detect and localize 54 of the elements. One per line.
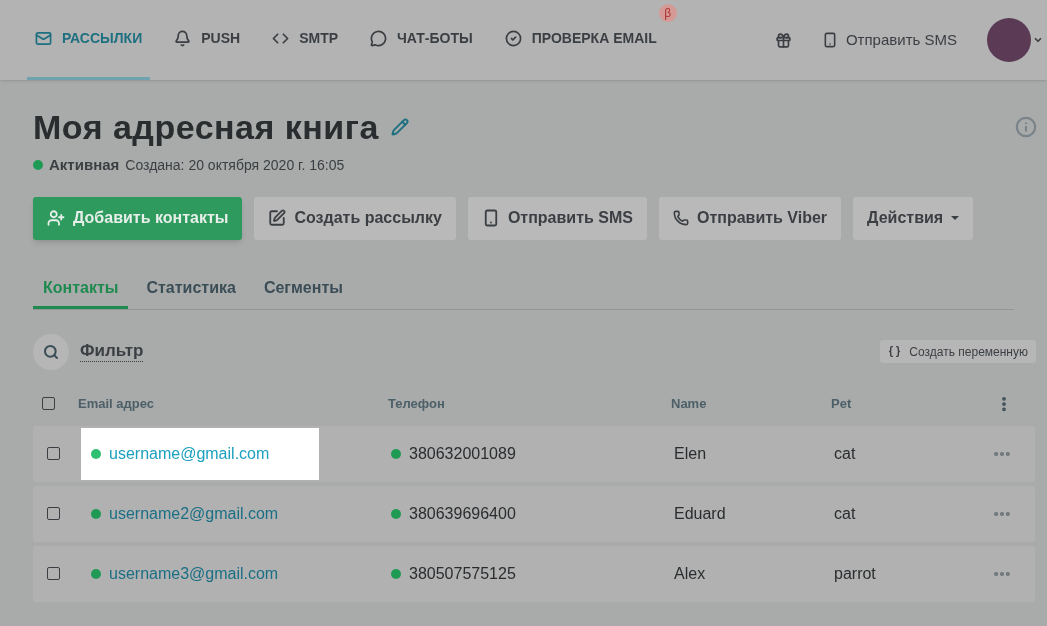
tab[interactable]: Сегменты: [253, 269, 353, 309]
filter-link[interactable]: Фильтр: [80, 341, 144, 362]
action-button[interactable]: Добавить контакты: [33, 196, 243, 240]
caret-icon[interactable]: [1033, 35, 1043, 45]
status-label: Активная: [49, 155, 120, 175]
phone-cell-text: 380639696400: [409, 503, 516, 524]
checkbox[interactable]: [47, 507, 60, 520]
column-header: Name: [671, 394, 708, 413]
gift-icon[interactable]: [774, 31, 792, 49]
email-link[interactable]: username3@gmail.com: [109, 561, 279, 586]
send-sms-link[interactable]: Отправить SMS: [821, 28, 957, 52]
mail-icon: [35, 30, 52, 47]
nav-tab[interactable]: РАССЫЛКИ: [27, 0, 151, 80]
pet-cell-text: cat: [834, 503, 857, 524]
column-header: Email адрес: [78, 394, 155, 413]
pet-cell-text: cat: [834, 443, 857, 464]
column-header: Pet: [831, 394, 853, 413]
checkbox[interactable]: [42, 397, 55, 410]
phone-icon: [672, 210, 689, 226]
checkbox[interactable]: [47, 567, 60, 580]
user-plus-icon: [47, 209, 65, 227]
beta-badge: β: [658, 4, 677, 22]
chat-icon: [370, 30, 388, 47]
checkbox[interactable]: [47, 447, 60, 460]
action-button[interactable]: Действия: [853, 196, 974, 240]
pencil-icon[interactable]: [390, 118, 409, 136]
caret-icon: [951, 216, 960, 220]
search-icon: [43, 343, 59, 360]
pet-cell-text: parrot: [834, 563, 877, 584]
name-cell-text: Alex: [674, 563, 707, 584]
nav-tab[interactable]: PUSH: [166, 0, 249, 80]
created-date: Создана: 20 октября 2020 г. 16:05: [125, 155, 345, 175]
action-button[interactable]: Создать рассылку: [254, 196, 456, 240]
code-icon: [272, 30, 290, 47]
email-link[interactable]: username2@gmail.com: [109, 501, 279, 526]
page-title: Моя адресная книга: [33, 106, 379, 148]
action-button[interactable]: Отправить Viber: [658, 196, 842, 240]
phone-cell-text: 380632001089: [409, 443, 516, 464]
search-button[interactable]: [33, 333, 69, 370]
action-button[interactable]: Отправить SMS: [467, 196, 647, 240]
braces-icon: [888, 345, 902, 358]
column-header: Телефон: [388, 394, 446, 413]
check-circle-icon: [504, 30, 522, 47]
tab[interactable]: Статистика: [136, 269, 246, 309]
email-link[interactable]: username@gmail.com: [109, 441, 270, 466]
phone-cell-text: 380507575125: [409, 563, 516, 584]
nav-tab[interactable]: ЧАТ-БОТЫ: [362, 0, 481, 80]
avatar[interactable]: [987, 18, 1031, 62]
bell-icon: [174, 30, 192, 47]
edit-icon: [268, 209, 287, 227]
name-cell-text: Eduard: [674, 503, 727, 524]
name-cell-text: Elen: [674, 443, 708, 464]
create-variable-button[interactable]: Создать переменную: [880, 340, 1036, 363]
nav-tab[interactable]: SMTP: [264, 0, 347, 80]
